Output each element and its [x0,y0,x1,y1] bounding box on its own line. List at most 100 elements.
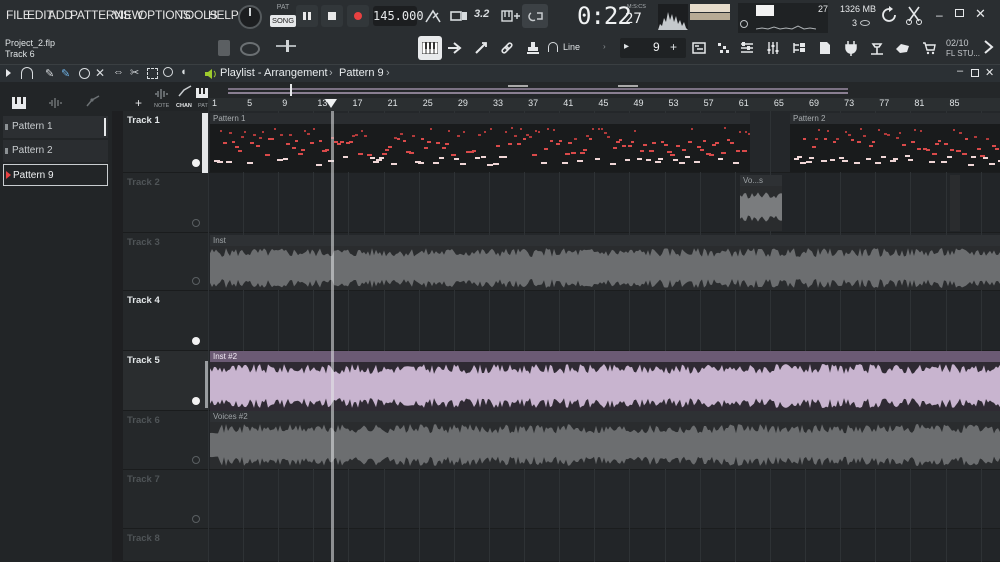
track-header[interactable]: Track 6 [123,411,208,470]
news-label[interactable]: FL STU... [946,49,980,58]
tab-pat[interactable]: PAT [198,103,208,109]
loop-record-button[interactable] [522,4,548,28]
picker-automation-icon[interactable] [86,94,100,113]
pattern-item-2[interactable]: Pattern 2 [3,140,108,162]
playlist-menu-arrow-icon[interactable] [6,69,11,77]
pattern-item-1[interactable]: Pattern 1 [3,116,108,138]
metronome-button[interactable] [422,5,444,27]
tempo-display[interactable]: 145.000 [373,6,424,26]
playhead-marker-icon[interactable] [325,99,337,108]
timeline-ruler[interactable]: 1 5 9 13 17 21 25 29 33 37 41 45 49 53 57 61 65 69 73 77 81 8… [208,98,1000,111]
piano-roll-window-button[interactable] [712,37,734,59]
tab-note[interactable]: NOTE [154,103,169,109]
browser-button[interactable] [788,37,810,59]
wait-input-button[interactable] [448,5,470,27]
plugin-picker-button[interactable] [840,37,862,59]
track-header[interactable]: Track 5 [123,351,208,411]
voices2-clip[interactable]: Voices #2 [210,411,1000,469]
play-pause-button[interactable] [296,5,318,27]
inst2-clip[interactable]: Inst #2 [210,351,1000,411]
track-lane[interactable] [208,470,1000,529]
track-lane[interactable] [208,173,1000,233]
pattern-item-9-selected[interactable]: Pattern 9 [3,164,108,186]
playback-tool-icon[interactable]: ◖ [180,66,187,78]
arrow-tool-button[interactable] [444,37,466,59]
picker-piano-icon[interactable] [12,96,26,114]
pat-mode-button[interactable]: PAT [270,4,296,15]
delete-tool-icon[interactable] [79,68,90,79]
playlist-overview-scrollbar[interactable] [208,82,1000,98]
slip-tool-icon[interactable]: ⇔ [113,66,124,78]
touch-keyboard-button[interactable] [866,37,888,59]
track-mute-led[interactable] [192,397,200,405]
track-header[interactable]: Track 1 [123,111,208,173]
minimize-button[interactable]: – [936,8,943,22]
news-arrow-icon[interactable] [982,40,994,59]
news-date[interactable]: 02/10 [946,38,969,48]
track-mute-led[interactable] [192,277,200,285]
close-button[interactable]: ✕ [975,6,986,22]
countdown-button[interactable]: 3.2 [474,8,489,20]
step-edit-button[interactable] [500,5,522,27]
chan-view-icon[interactable] [178,84,192,102]
pattern-prev-icon[interactable]: ▸ [624,41,629,52]
track-header[interactable]: Track 8 [123,529,208,562]
pattern2-clip[interactable]: Pattern 2 [790,113,1000,172]
mute-tool-icon[interactable]: ✕ [95,66,105,80]
inst-clip[interactable]: Inst [210,235,1000,290]
track-lane[interactable] [208,291,1000,351]
slide-tool-button[interactable] [470,37,492,59]
draw-tool-icon[interactable]: ✎ [45,67,54,80]
menu-help[interactable]: HELP [208,8,239,22]
link-tool-button[interactable] [496,37,518,59]
pat-view-icon[interactable] [196,85,208,103]
voices-short-clip[interactable]: Vo...s [740,175,782,231]
mixer-button[interactable] [762,37,784,59]
stamp-tool-button[interactable] [522,37,544,59]
shop-button[interactable] [918,37,940,59]
playlist-button[interactable] [688,37,710,59]
zoom-tool-icon[interactable] [163,67,173,77]
picker-audio-icon[interactable] [48,96,64,114]
select-tool-icon[interactable] [147,68,158,79]
playlist-lanes[interactable]: Pattern 1 Pattern 2 Vo...s Inst Inst #2 Voice… [208,111,1000,562]
piano-roll-button[interactable] [418,36,442,60]
song-time-display[interactable]: 0:22 [577,2,632,30]
track-header[interactable]: Track 2 [123,173,208,233]
playlist-maximize-button[interactable] [971,69,979,77]
track-header[interactable]: Track 4 [123,291,208,351]
refresh-icon[interactable] [880,6,898,29]
note-view-icon[interactable] [154,86,170,104]
add-pattern-icon[interactable]: + [670,40,677,54]
track-mute-led[interactable] [192,515,200,523]
tab-chan[interactable]: CHAN [176,103,192,109]
track-header[interactable]: Track 3 [123,233,208,291]
paint-tool-icon[interactable]: ✎ [61,67,70,80]
song-mode-button[interactable]: SONG [270,15,296,27]
project-info-button[interactable] [814,37,836,59]
restore-button[interactable] [955,9,964,17]
snap-selector[interactable]: Line [563,42,580,52]
tools-scissors-icon[interactable] [905,5,923,30]
stop-button[interactable] [321,5,343,27]
small-clip[interactable] [950,175,960,231]
master-pitch-slider[interactable] [276,40,296,52]
slice-tool-icon[interactable]: ✂ [130,66,139,79]
track-mute-led[interactable] [192,337,200,345]
master-volume-knob[interactable] [238,5,262,29]
playlist-close-button[interactable]: ✕ [985,66,994,79]
add-track-icon[interactable]: + [135,96,142,110]
playlist-minimize-button[interactable]: – [957,65,963,77]
record-button[interactable] [347,5,369,27]
pattern1-clip[interactable]: Pattern 1 [210,113,750,172]
track-mute-led[interactable] [192,159,200,167]
pitch-knob[interactable] [240,42,260,56]
pattern-selector[interactable]: ▸ 9 + [620,38,686,58]
help-tour-button[interactable] [892,37,914,59]
track-mute-led[interactable] [192,456,200,464]
channel-rack-button[interactable] [736,37,758,59]
snap-magnet-icon[interactable] [21,67,33,79]
track-header[interactable]: Track 7 [123,470,208,529]
track-lane[interactable] [208,529,1000,562]
track-mute-led[interactable] [192,219,200,227]
